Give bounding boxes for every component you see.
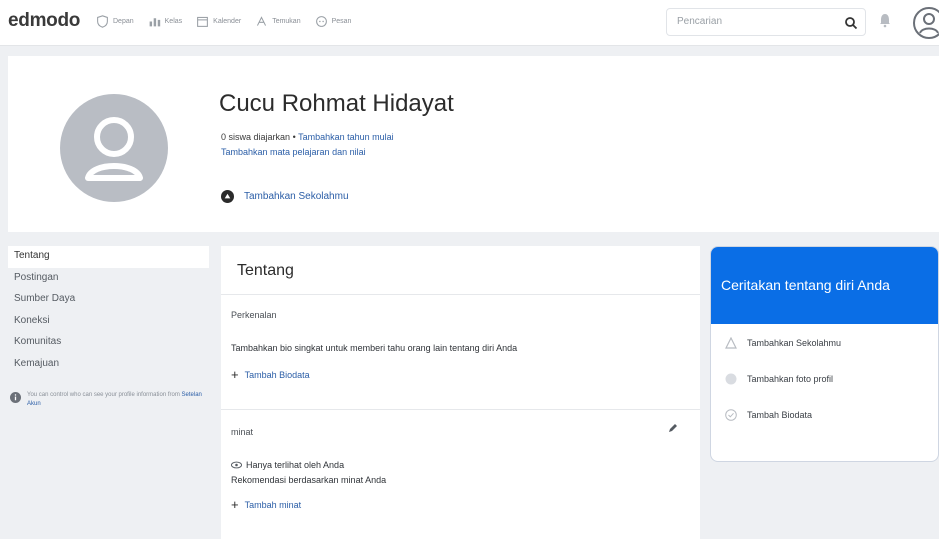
about-title: Tentang bbox=[237, 262, 294, 279]
meta-separator: • bbox=[292, 132, 296, 142]
pencil-icon[interactable] bbox=[667, 422, 679, 434]
task-add-school[interactable]: Tambahkan Sekolahmu bbox=[725, 337, 841, 349]
card-title: Ceritakan tentang diri Anda bbox=[721, 277, 890, 293]
recommend-text: Rekomendasi berdasarkan minat Anda bbox=[231, 475, 387, 485]
bell-icon[interactable] bbox=[878, 12, 892, 28]
sidebar-item-tentang[interactable]: Tentang bbox=[8, 246, 209, 268]
message-icon bbox=[315, 16, 327, 27]
nav-item-temukan[interactable]: Temukan bbox=[255, 15, 301, 28]
visibility-text: Hanya terlihat oleh Anda bbox=[246, 460, 345, 470]
calendar-icon bbox=[197, 16, 209, 27]
profile-sidebar: Tentang Postingan Sumber Daya Koneksi Ko… bbox=[8, 246, 209, 413]
plus-icon: + bbox=[231, 367, 239, 382]
privacy-note-text: You can control who can see your profile… bbox=[27, 391, 207, 409]
nav-label: Depan bbox=[113, 18, 134, 25]
add-school-row[interactable]: Tambahkan Sekolahmu bbox=[221, 190, 349, 203]
top-navigation-bar: edmodo Depan Kelas Kalender Temukan Pesa… bbox=[0, 0, 939, 46]
check-circle-icon bbox=[725, 409, 737, 421]
eye-icon bbox=[231, 461, 242, 469]
nav-label: Kalender bbox=[213, 18, 242, 25]
nav-item-pesan[interactable]: Pesan bbox=[315, 15, 352, 28]
sidebar-item-postingan[interactable]: Postingan bbox=[8, 268, 209, 290]
user-avatar-icon[interactable] bbox=[912, 6, 939, 40]
profile-header: Cucu Rohmat Hidayat 0 siswa diajarkan • … bbox=[8, 56, 939, 232]
classes-icon bbox=[149, 18, 160, 27]
edmodo-logo[interactable]: edmodo bbox=[8, 10, 80, 32]
card-header: Ceritakan tentang diri Anda bbox=[711, 247, 938, 324]
main-nav: Depan Kelas Kalender Temukan Pesan bbox=[96, 15, 351, 28]
profile-name: Cucu Rohmat Hidayat bbox=[219, 90, 454, 117]
search-placeholder: Pencarian bbox=[677, 16, 723, 27]
sidebar-item-sumber-daya[interactable]: Sumber Daya bbox=[8, 289, 209, 311]
privacy-note-body: You can control who can see your profile… bbox=[27, 392, 180, 398]
privacy-note: You can control who can see your profile… bbox=[8, 387, 209, 413]
divider bbox=[221, 409, 700, 410]
add-bio-button[interactable]: + Tambah Biodata bbox=[231, 367, 310, 382]
profile-avatar-icon[interactable] bbox=[60, 94, 168, 202]
nav-label: Temukan bbox=[272, 18, 301, 25]
nav-item-kalender[interactable]: Kalender bbox=[196, 15, 241, 28]
photo-icon bbox=[725, 373, 737, 385]
nav-label: Pesan bbox=[331, 18, 352, 25]
nav-item-kelas[interactable]: Kelas bbox=[148, 15, 183, 28]
shield-icon bbox=[97, 15, 108, 28]
school-warning-icon bbox=[725, 337, 737, 349]
about-panel: Tentang Perkenalan Tambahkan bio singkat… bbox=[221, 246, 700, 539]
nav-item-depan[interactable]: Depan bbox=[96, 15, 134, 28]
interest-label: minat bbox=[231, 427, 254, 437]
search-input[interactable]: Pencarian bbox=[666, 8, 866, 36]
students-count: 0 siswa diajarkan bbox=[221, 132, 291, 142]
visibility-note: Hanya terlihat oleh Anda bbox=[231, 460, 344, 470]
school-icon bbox=[221, 190, 234, 203]
sidebar-item-koneksi[interactable]: Koneksi bbox=[8, 311, 209, 333]
divider bbox=[221, 294, 700, 295]
add-start-year-link[interactable]: Tambahkan tahun mulai bbox=[298, 132, 394, 142]
sidebar-item-kemajuan[interactable]: Kemajuan bbox=[8, 354, 209, 376]
task-label: Tambah Biodata bbox=[747, 410, 813, 420]
info-icon bbox=[10, 392, 21, 403]
plus-icon: + bbox=[231, 497, 239, 512]
profile-meta: 0 siswa diajarkan • Tambahkan tahun mula… bbox=[221, 132, 394, 142]
add-interest-button[interactable]: + Tambah minat bbox=[231, 497, 302, 512]
sidebar-item-komunitas[interactable]: Komunitas bbox=[8, 332, 209, 354]
add-subjects-link[interactable]: Tambahkan mata pelajaran dan nilai bbox=[221, 147, 366, 157]
add-bio-label: Tambah Biodata bbox=[244, 370, 310, 380]
task-add-photo[interactable]: Tambahkan foto profil bbox=[725, 373, 833, 385]
nav-label: Kelas bbox=[164, 18, 183, 25]
discover-icon bbox=[257, 16, 267, 26]
task-label: Tambahkan Sekolahmu bbox=[747, 338, 842, 348]
profile-completion-card: Ceritakan tentang diri Anda Tambahkan Se… bbox=[710, 246, 939, 462]
task-add-bio[interactable]: Tambah Biodata bbox=[725, 409, 812, 421]
search-icon[interactable] bbox=[843, 15, 859, 31]
intro-text: Tambahkan bio singkat untuk memberi tahu… bbox=[231, 343, 518, 353]
add-interest-label: Tambah minat bbox=[244, 500, 302, 510]
intro-label: Perkenalan bbox=[231, 310, 277, 320]
task-label: Tambahkan foto profil bbox=[747, 374, 834, 384]
add-school-link[interactable]: Tambahkan Sekolahmu bbox=[244, 191, 349, 202]
